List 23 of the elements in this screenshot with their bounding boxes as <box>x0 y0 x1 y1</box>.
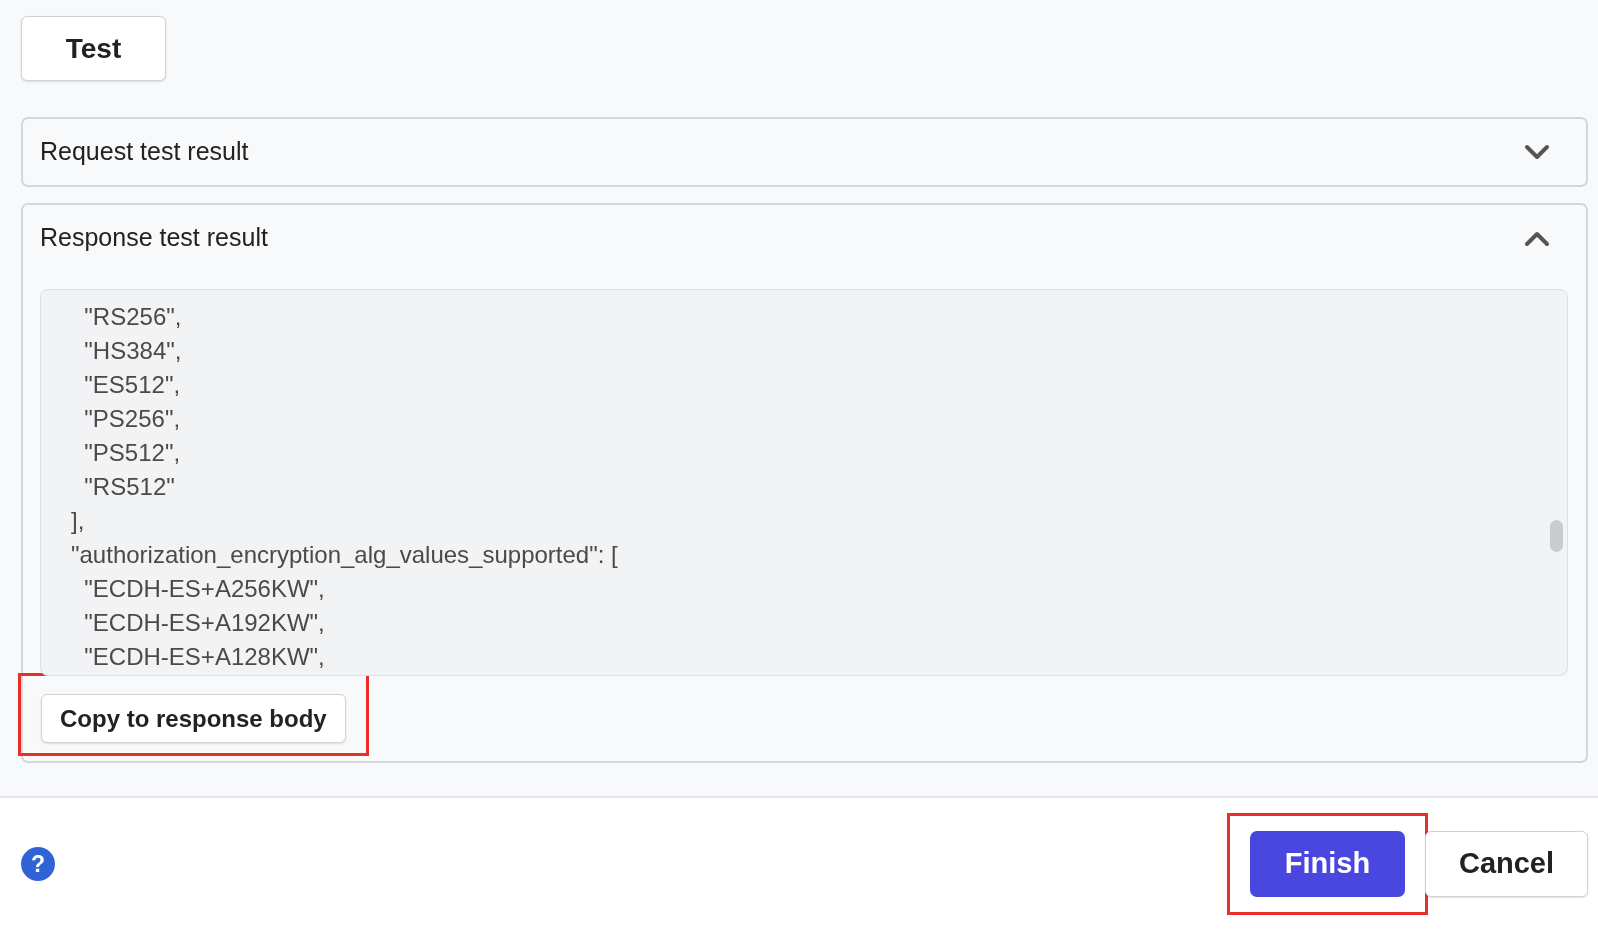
code-line: "RS512" <box>83 472 175 502</box>
chevron-up-icon <box>1524 229 1550 247</box>
cancel-button[interactable]: Cancel <box>1425 831 1588 897</box>
section-title: Response test result <box>40 222 268 254</box>
code-line: "ECDH-ES+A192KW", <box>83 608 325 638</box>
chevron-down-icon <box>1524 143 1550 161</box>
scrollbar-thumb[interactable] <box>1550 520 1563 552</box>
code-line: "HS384", <box>83 336 182 366</box>
code-line: "PS512", <box>83 438 181 468</box>
copy-button[interactable]: Copy to response body <box>41 694 346 743</box>
accordion-header[interactable]: Response test result <box>23 205 1586 271</box>
test-button[interactable]: Test <box>21 16 166 81</box>
code-line: "PS256", <box>83 404 181 434</box>
help-icon[interactable]: ? <box>21 847 55 881</box>
code-line: ], <box>71 506 85 536</box>
section-title: Request test result <box>40 136 249 168</box>
code-line: "ECDH-ES+A256KW", <box>83 574 325 604</box>
code-line: "ECDH-ES+A128KW", <box>83 642 325 672</box>
accordion-header[interactable]: Request test result <box>23 119 1586 185</box>
code-line: "authorization_encryption_alg_values_supported": [ <box>71 540 618 570</box>
code-line: "RS256", <box>83 302 182 332</box>
finish-button[interactable]: Finish <box>1250 831 1405 897</box>
code-line: "ES512", <box>83 370 181 400</box>
